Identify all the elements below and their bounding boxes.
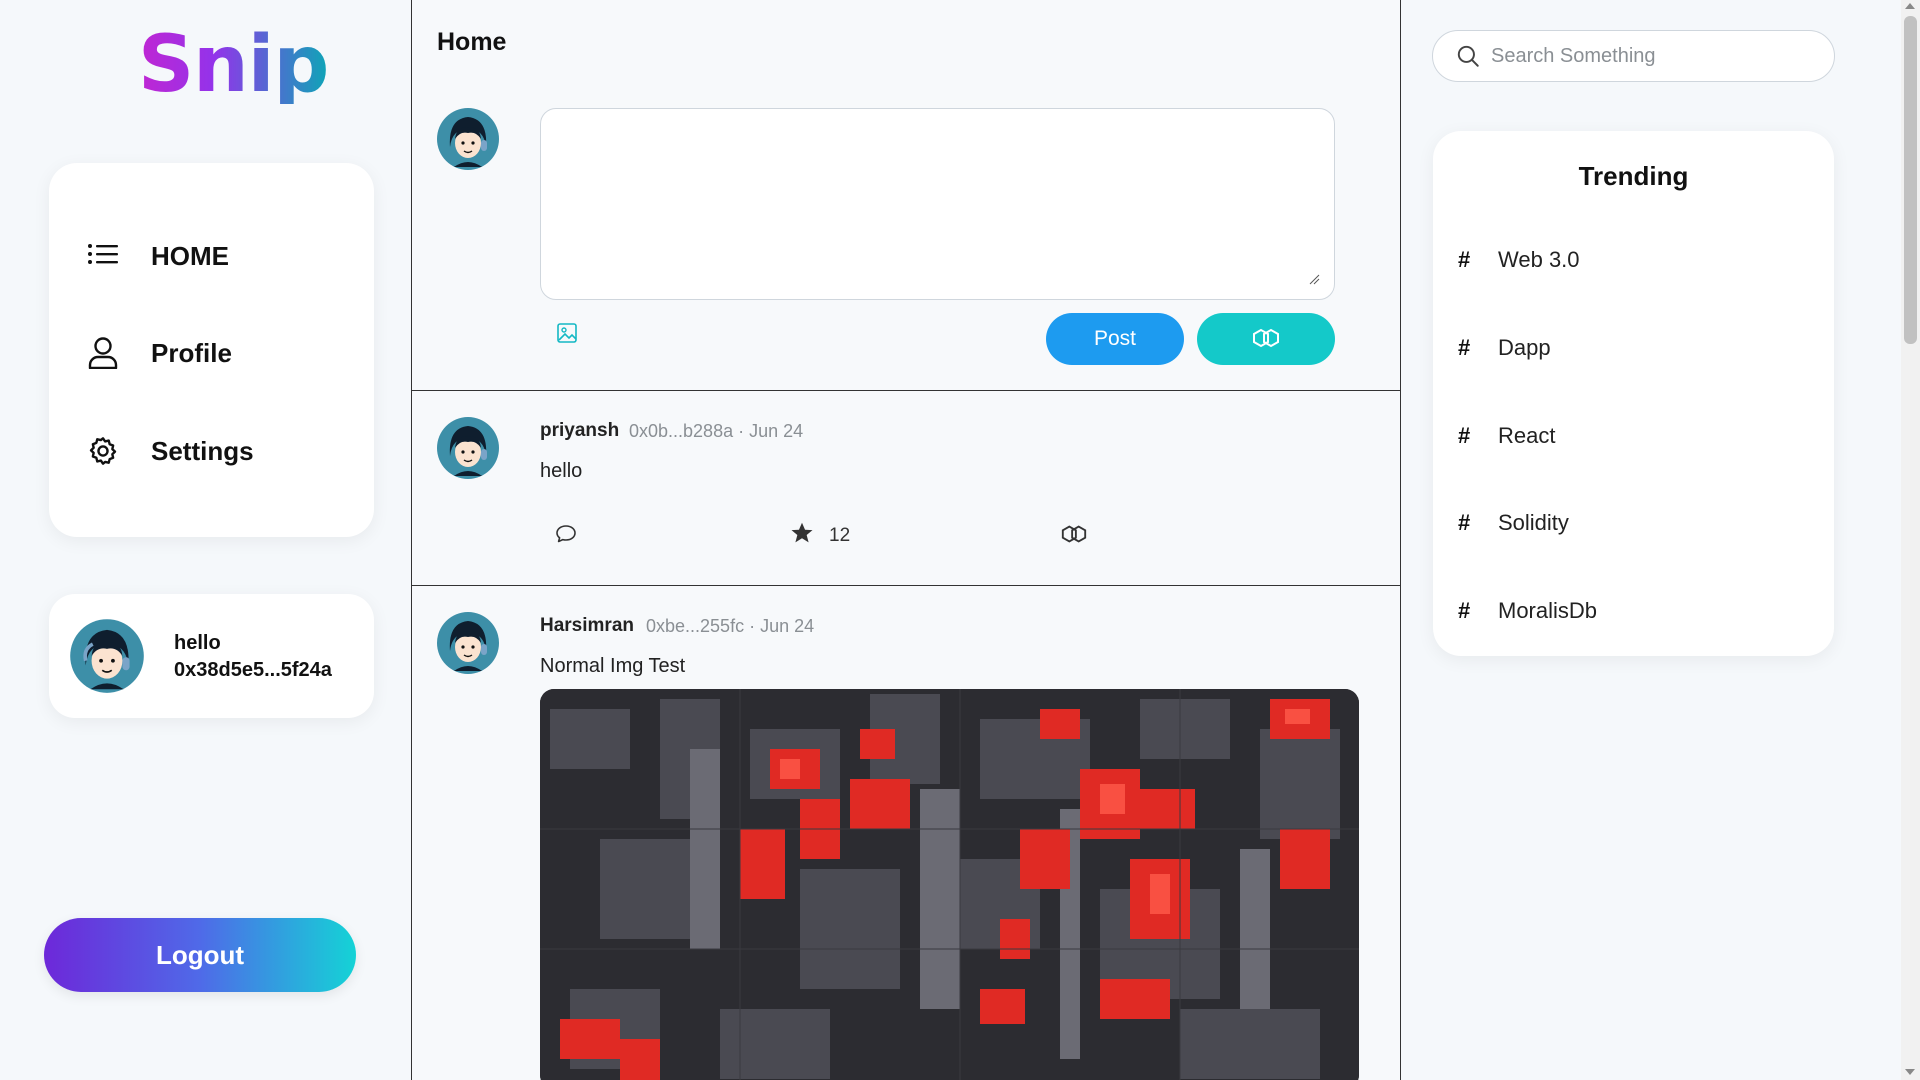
- trending-label: MoralisDb: [1498, 598, 1598, 623]
- post-button[interactable]: Post: [1046, 313, 1184, 365]
- nav-item-settings[interactable]: Settings: [87, 429, 254, 473]
- feed-divider: [412, 585, 1400, 586]
- post-composer-input[interactable]: [540, 108, 1335, 300]
- link-icon: [1060, 522, 1088, 551]
- hashtag-icon: #: [1458, 598, 1471, 623]
- trending-item[interactable]: # MoralisDb: [1458, 598, 1597, 624]
- right-sidebar: Trending # Web 3.0 # Dapp # React # Soli…: [1401, 0, 1920, 1080]
- hashtag-icon: #: [1458, 510, 1471, 535]
- left-sidebar: Snip HOME Profile Settings hello 0x38d5e…: [0, 0, 411, 1080]
- app-logo[interactable]: Snip: [138, 26, 329, 104]
- app: Snip HOME Profile Settings hello 0x38d5e…: [0, 0, 1920, 1080]
- trending-title: Trending: [1578, 161, 1689, 191]
- nav-item-label: HOME: [151, 240, 229, 271]
- current-user-name: hello: [174, 632, 221, 654]
- post-image[interactable]: [540, 689, 1359, 1080]
- trending-item[interactable]: # React: [1458, 423, 1555, 449]
- page-title: Home: [437, 28, 507, 56]
- trending-card: Trending # Web 3.0 # Dapp # React # Soli…: [1433, 131, 1834, 656]
- trending-label: Dapp: [1498, 335, 1551, 360]
- avatar: [436, 107, 500, 171]
- post-author[interactable]: priyansh: [540, 420, 619, 442]
- hashtag-icon: #: [1458, 247, 1471, 272]
- mint-post-button[interactable]: [1060, 522, 1088, 551]
- feed-divider: [412, 390, 1400, 391]
- image-icon[interactable]: [555, 321, 579, 345]
- resize-grip-icon[interactable]: [1308, 272, 1320, 285]
- scrollbar-thumb[interactable]: [1904, 16, 1917, 344]
- post-author[interactable]: Harsimran: [540, 615, 634, 637]
- nav-item-label: Settings: [151, 435, 254, 466]
- trending-label: Web 3.0: [1498, 247, 1580, 272]
- list-icon: [87, 240, 119, 272]
- avatar[interactable]: [436, 416, 500, 480]
- comment-icon: [554, 522, 578, 551]
- trending-label: Solidity: [1498, 510, 1569, 535]
- star-count: 12: [829, 524, 851, 546]
- user-icon: [87, 337, 119, 369]
- scroll-up-arrow-icon[interactable]: [1905, 3, 1915, 9]
- nav-item-home[interactable]: HOME: [87, 234, 229, 278]
- search-icon: [1455, 43, 1481, 69]
- current-user-card[interactable]: hello 0x38d5e5...5f24a: [49, 594, 374, 718]
- post-text: hello: [540, 460, 583, 482]
- trending-item[interactable]: # Web 3.0: [1458, 247, 1580, 273]
- current-user-address: 0x38d5e5...5f24a: [174, 659, 332, 681]
- logout-button[interactable]: Logout: [44, 918, 356, 992]
- comment-button[interactable]: [554, 522, 578, 551]
- search-bar[interactable]: [1432, 30, 1835, 82]
- trending-item[interactable]: # Solidity: [1458, 510, 1569, 536]
- hashtag-icon: #: [1458, 423, 1471, 448]
- post-meta: 0xbe...255fc · Jun 24: [646, 616, 815, 636]
- gear-icon: [87, 435, 119, 467]
- post-meta: 0x0b...b288a · Jun 24: [629, 421, 804, 441]
- scroll-down-arrow-icon[interactable]: [1905, 1069, 1915, 1075]
- nav-item-label: Profile: [151, 337, 232, 368]
- star-button[interactable]: 12: [789, 520, 850, 551]
- page-scrollbar[interactable]: [1901, 0, 1920, 1080]
- avatar: [69, 618, 145, 694]
- trending-item[interactable]: # Dapp: [1458, 335, 1551, 361]
- trending-label: React: [1498, 423, 1556, 448]
- star-icon: [789, 520, 815, 551]
- avatar[interactable]: [436, 611, 500, 675]
- search-input[interactable]: [1491, 44, 1811, 68]
- mint-button[interactable]: [1197, 313, 1335, 365]
- post-text: Normal Img Test: [540, 655, 686, 677]
- nav-item-profile[interactable]: Profile: [87, 331, 232, 375]
- hashtag-icon: #: [1458, 335, 1471, 360]
- main-feed: Home Post priyansh 0x0b...b288a · Jun 24…: [411, 0, 1401, 1080]
- link-icon: [1251, 326, 1281, 353]
